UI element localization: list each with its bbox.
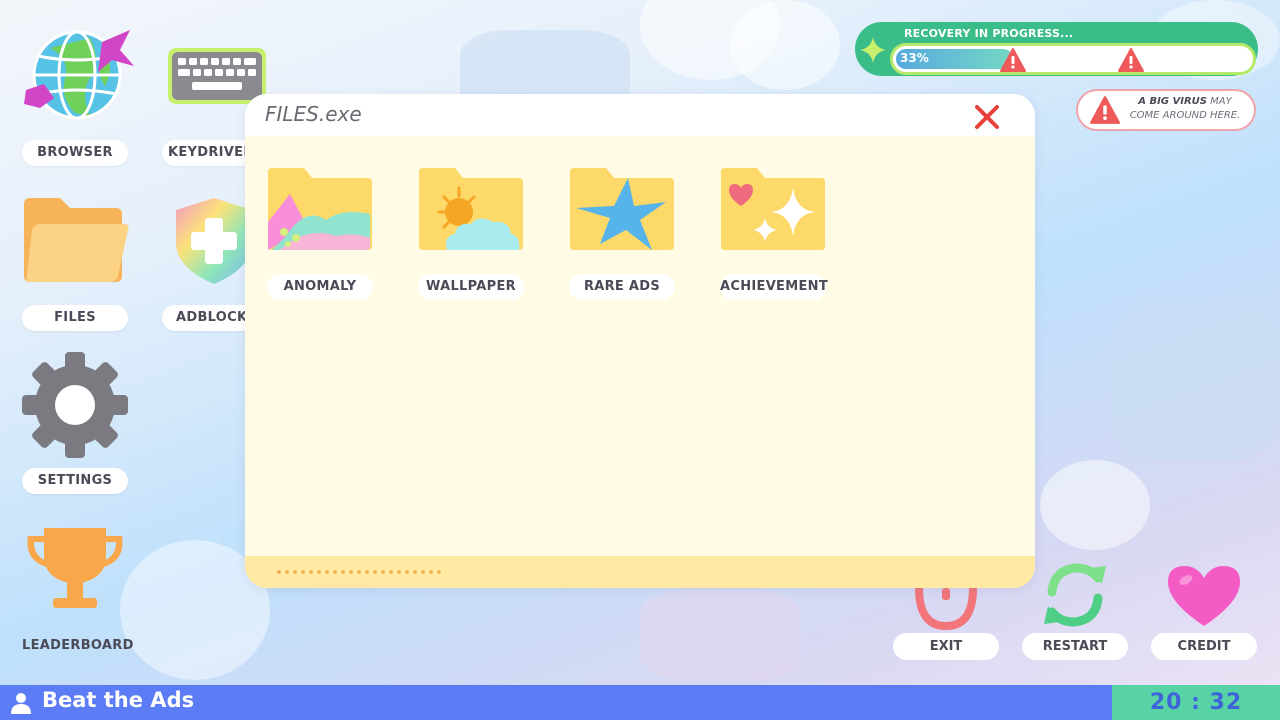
folder-label: RARE ADS <box>569 274 675 300</box>
warning-icon <box>1000 48 1026 72</box>
restart-label: RESTART <box>1022 633 1128 660</box>
star-folder-icon <box>570 168 674 250</box>
folder-achievement[interactable]: ACHIEVEMENT <box>719 166 828 302</box>
sparkle-heart-folder-icon <box>721 168 825 250</box>
folder-anomaly[interactable]: ANOMALY <box>266 166 374 302</box>
mountain-folder-icon <box>268 168 372 250</box>
window-titlebar[interactable]: FILES.exe <box>245 94 1035 136</box>
footer-dots <box>275 570 441 574</box>
restart-icon <box>1044 563 1106 627</box>
desktop-icon-browser[interactable]: BROWSER <box>20 28 134 168</box>
shield-plus-icon <box>176 198 252 284</box>
desktop-icon-settings[interactable]: SETTINGS <box>20 350 130 496</box>
desktop-icon-leaderboard[interactable]: LEADERBOARD <box>20 526 134 668</box>
desktop-icon-files[interactable]: FILES <box>20 196 130 332</box>
taskbar: Beat the Ads <box>0 685 1112 720</box>
folder-wallpaper[interactable]: WALLPAPER <box>417 166 525 302</box>
close-icon[interactable] <box>972 102 1002 132</box>
restart-button[interactable]: RESTART <box>1022 562 1128 660</box>
exit-label: EXIT <box>893 633 999 660</box>
folder-icon <box>24 198 129 282</box>
folder-label: WALLPAPER <box>418 274 524 300</box>
power-icon <box>915 586 977 630</box>
user-icon[interactable] <box>10 692 32 714</box>
files-window[interactable]: FILES.exe ANOMALY WALLPAPER RARE ADS ACH… <box>245 94 1035 588</box>
sparkle-icon <box>860 37 886 63</box>
folder-rare-ads[interactable]: RARE ADS <box>568 166 676 302</box>
trophy-icon <box>27 528 123 608</box>
virus-notice-bold: A BIG VIRUS <box>1138 96 1207 107</box>
globe-icon <box>24 30 134 120</box>
desktop-label: FILES <box>22 305 128 331</box>
taskbar-title: Beat the Ads <box>42 688 195 712</box>
recovery-progress-bar <box>890 43 1256 75</box>
exit-button[interactable]: EXIT <box>893 586 999 660</box>
desktop-label: BROWSER <box>22 140 128 166</box>
recovery-percent: 33% <box>900 51 929 65</box>
folder-label: ACHIEVEMENT <box>720 274 828 300</box>
credit-button[interactable]: CREDIT <box>1151 562 1257 660</box>
heart-icon <box>1168 566 1240 626</box>
clock: 20 : 32 <box>1112 685 1280 720</box>
gear-icon <box>22 352 128 458</box>
warning-icon <box>1118 48 1144 72</box>
folder-label: ANOMALY <box>267 274 373 300</box>
window-title: FILES.exe <box>265 102 362 126</box>
desktop-label: LEADERBOARD <box>22 638 134 653</box>
credit-label: CREDIT <box>1151 633 1257 660</box>
warning-icon <box>1090 96 1120 124</box>
sun-cloud-folder-icon <box>419 168 523 250</box>
window-footer <box>245 556 1035 588</box>
virus-notice-text: A BIG VIRUS MAY COME AROUND HERE. <box>1124 95 1246 123</box>
desktop-label: SETTINGS <box>22 468 128 494</box>
recovery-title: RECOVERY IN PROGRESS... <box>904 27 1074 40</box>
